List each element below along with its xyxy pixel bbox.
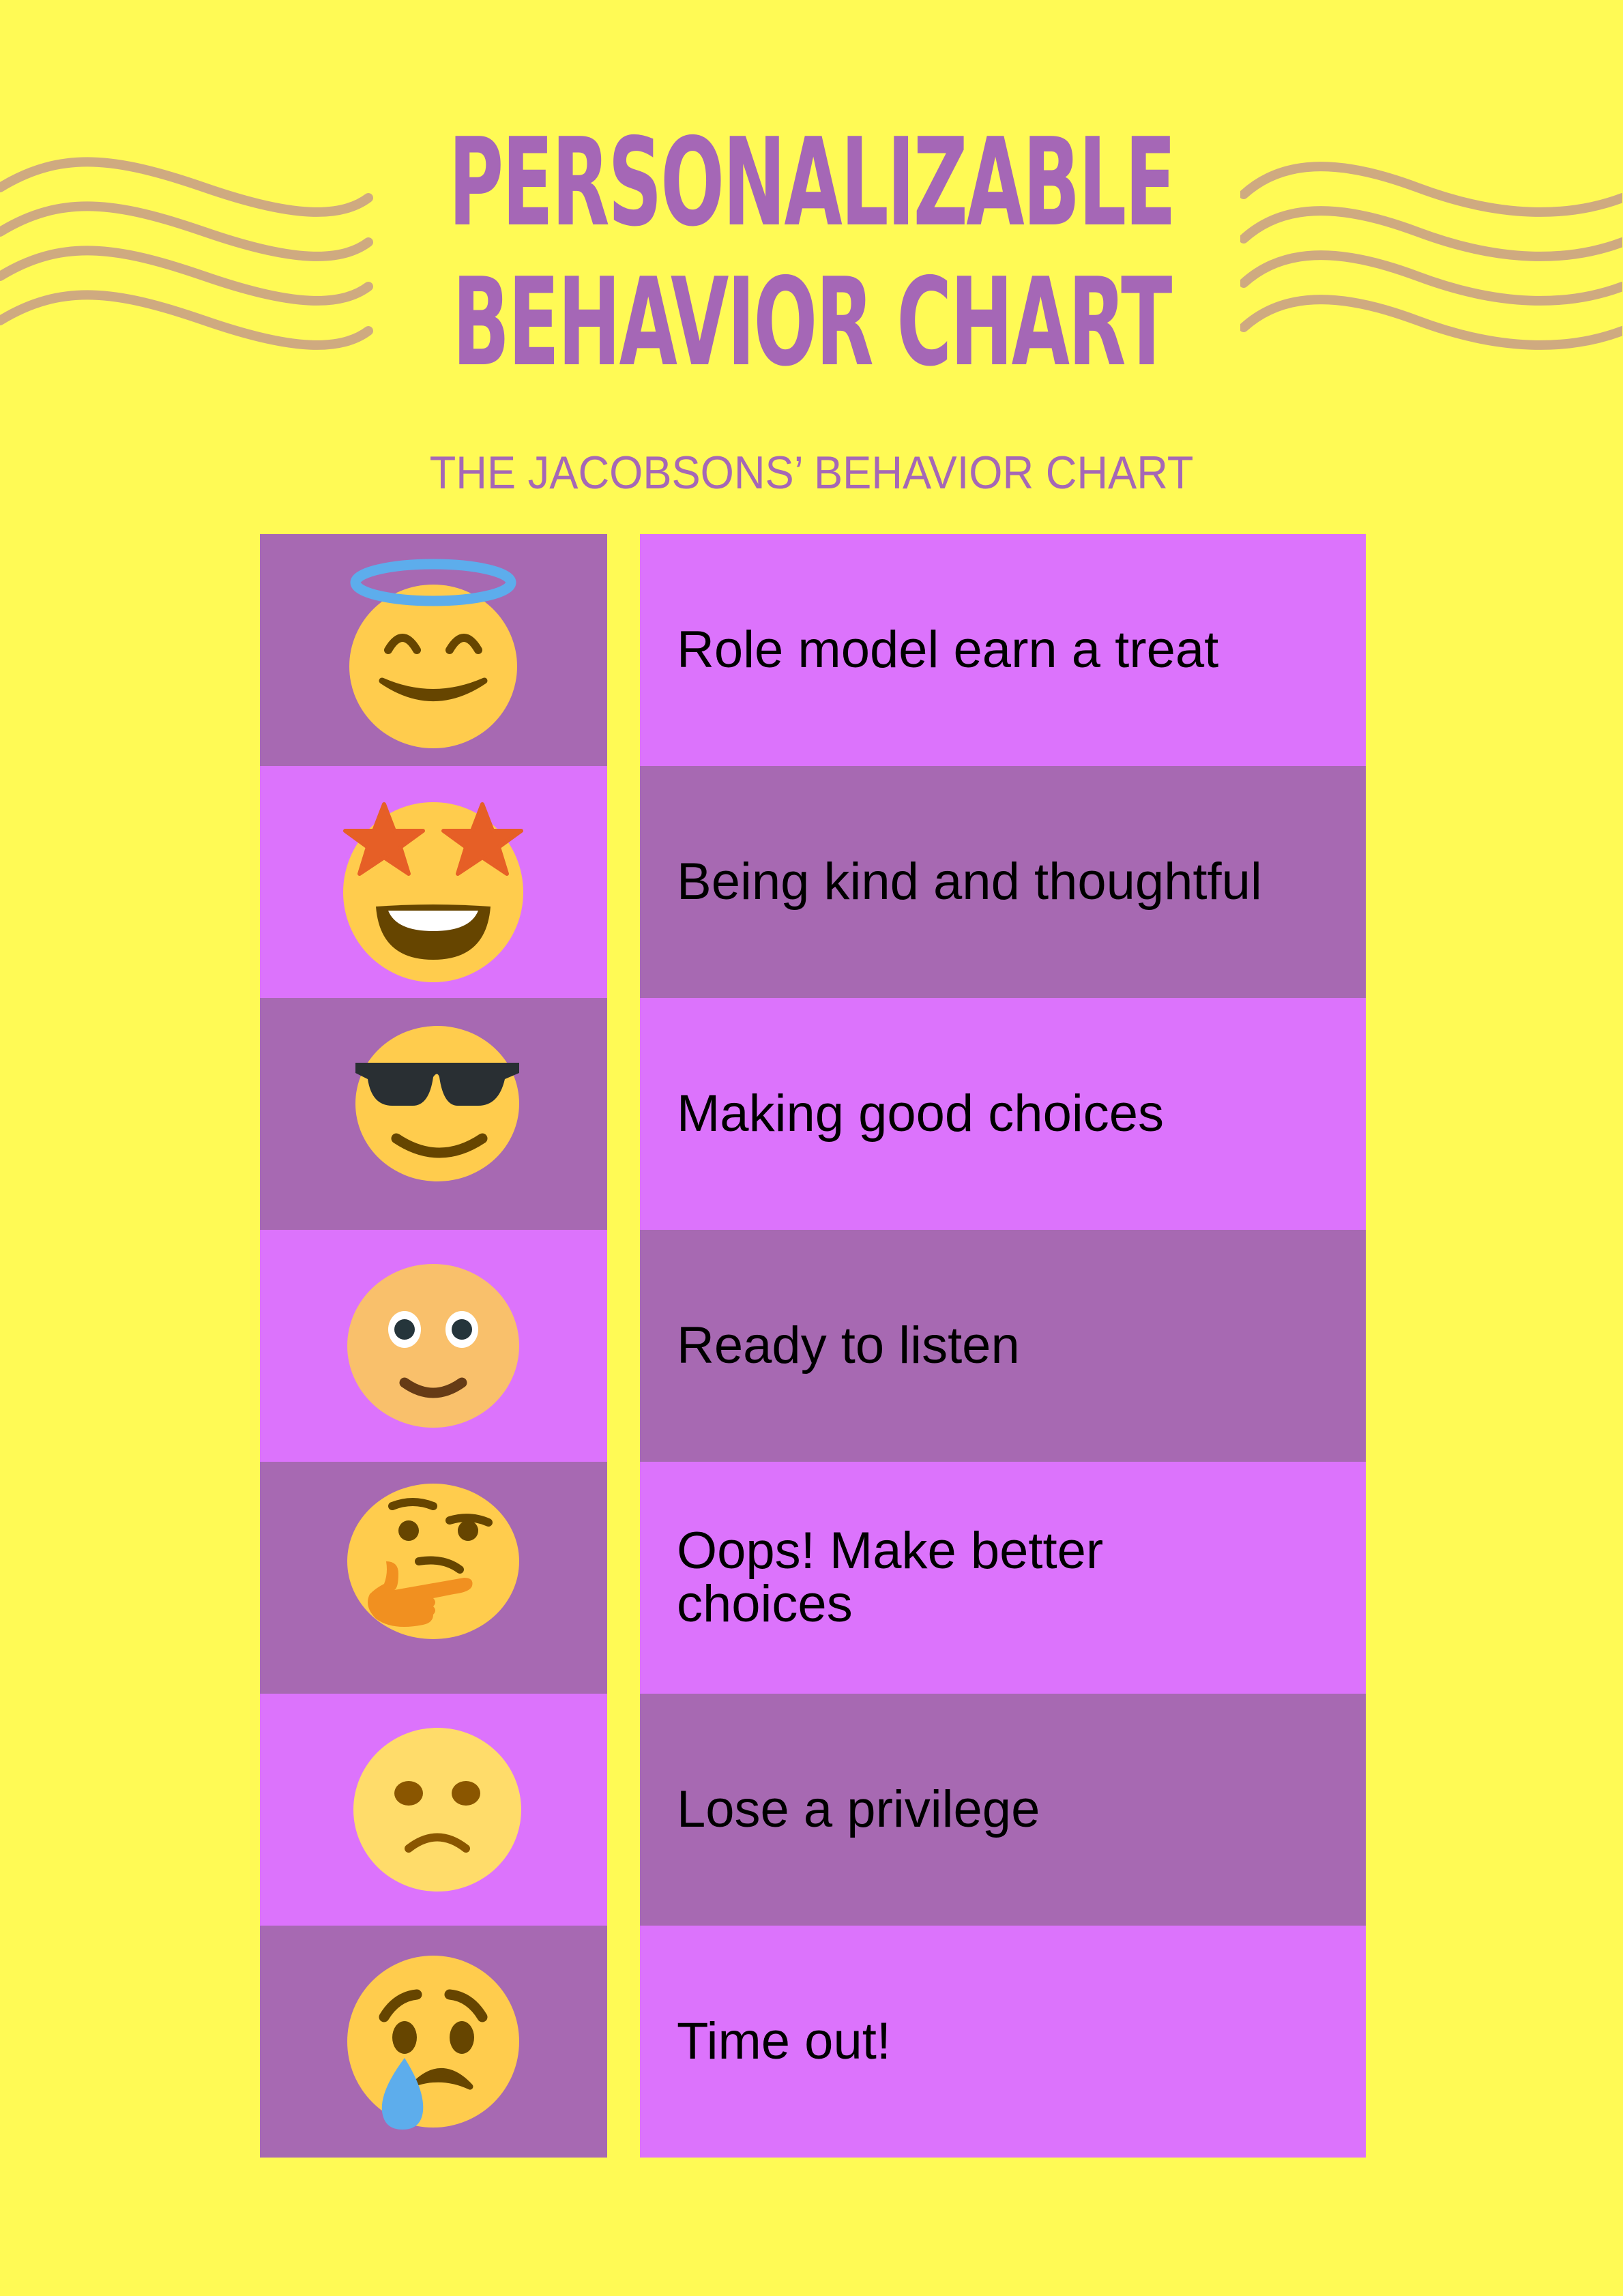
behavior-label: Oops! Make better choices <box>677 1522 1104 1633</box>
chart-row: Ready to listen <box>260 1230 1366 1462</box>
smiling-face-with-halo-icon <box>349 559 517 748</box>
behavior-label-cell: Role model earn a treat <box>640 534 1366 766</box>
chart-row: Lose a privilege <box>260 1694 1366 1926</box>
smiling-face-with-sunglasses-icon <box>355 1026 519 1181</box>
slightly-frowning-face-icon <box>353 1728 521 1892</box>
chart-row: Oops! Make better choices <box>260 1462 1366 1694</box>
subtitle: THE JACOBSONS’ BEHAVIOR CHART <box>429 447 1194 499</box>
slightly-smiling-face-icon <box>347 1264 519 1428</box>
thinking-face-icon <box>347 1484 519 1639</box>
behavior-label-cell: Oops! Make better choices <box>640 1462 1366 1694</box>
chart-row: Role model earn a treat <box>260 534 1366 766</box>
title-line-1: PERSONALIZABLE <box>448 112 1176 253</box>
behavior-label-cell: Lose a privilege <box>640 1694 1366 1926</box>
emoji-cell <box>260 534 607 766</box>
crying-face-icon <box>347 1956 519 2130</box>
emoji-cell <box>260 1462 607 1694</box>
behavior-label: Time out! <box>677 2012 891 2070</box>
emoji-cell <box>260 766 607 998</box>
behavior-label: Making good choices <box>677 1085 1164 1143</box>
star-struck-icon <box>343 802 523 982</box>
behavior-label: Ready to listen <box>677 1316 1020 1374</box>
emoji-cell <box>260 998 607 1230</box>
behavior-label: Role model earn a treat <box>677 621 1219 679</box>
chart-row: Making good choices <box>260 998 1366 1230</box>
behavior-label-cell: Time out! <box>640 1926 1366 2158</box>
page-title: PERSONALIZABLE BEHAVIOR CHART <box>308 113 1315 392</box>
behavior-label-cell: Being kind and thoughtful <box>640 766 1366 998</box>
behavior-label: Lose a privilege <box>677 1780 1040 1838</box>
behavior-label-cell: Ready to listen <box>640 1230 1366 1462</box>
chart-row: Being kind and thoughtful <box>260 766 1366 998</box>
chart-row: Time out! <box>260 1926 1366 2158</box>
emoji-cell <box>260 1230 607 1462</box>
title-line-2: BEHAVIOR CHART <box>452 252 1172 393</box>
emoji-cell <box>260 1694 607 1926</box>
behavior-label-cell: Making good choices <box>640 998 1366 1230</box>
emoji-cell <box>260 1926 607 2158</box>
behavior-label: Being kind and thoughtful <box>677 853 1262 911</box>
